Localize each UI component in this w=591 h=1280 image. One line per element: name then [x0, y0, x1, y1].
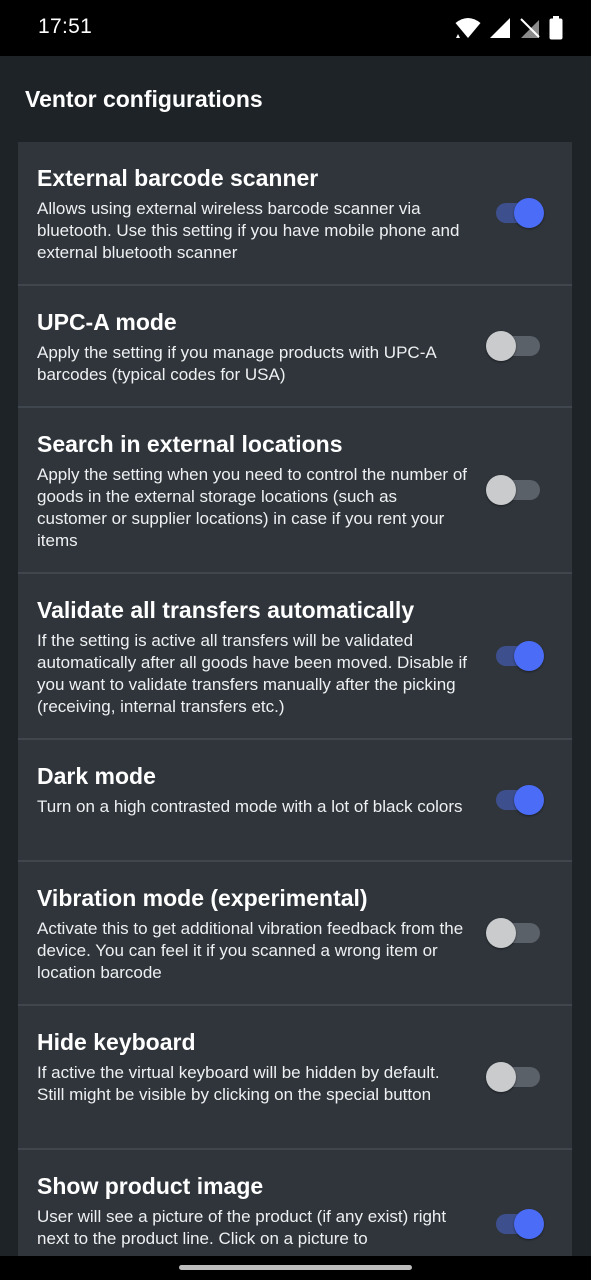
setting-title: Search in external locations	[37, 431, 343, 457]
switch-thumb	[486, 331, 516, 361]
validate-transfers-toggle[interactable]	[492, 639, 548, 673]
switch-thumb	[486, 475, 516, 505]
signal-icon	[490, 18, 510, 38]
status-bar: 17:51	[0, 0, 591, 56]
switch-thumb	[514, 785, 544, 815]
vibration-mode-toggle[interactable]	[486, 916, 548, 950]
setting-description: Activate this to get additional vibratio…	[37, 919, 464, 982]
switch-thumb	[514, 641, 544, 671]
setting-vibration-mode[interactable]: Vibration mode (experimental) Activate t…	[18, 862, 572, 1006]
setting-title: Show product image	[37, 1173, 264, 1199]
show-product-image-toggle[interactable]	[492, 1207, 548, 1241]
setting-external-barcode-scanner[interactable]: External barcode scanner Allows using ex…	[18, 142, 572, 286]
setting-show-product-image[interactable]: Show product image User will see a pictu…	[18, 1150, 572, 1256]
search-external-locations-toggle[interactable]	[486, 473, 548, 507]
setting-hide-keyboard[interactable]: Hide keyboard If active the virtual keyb…	[18, 1006, 572, 1150]
setting-description: If active the virtual keyboard will be h…	[37, 1063, 440, 1104]
external-barcode-scanner-toggle[interactable]	[492, 196, 548, 230]
setting-description: Allows using external wireless barcode s…	[37, 199, 460, 262]
setting-upc-a-mode[interactable]: UPC-A mode Apply the setting if you mana…	[18, 286, 572, 408]
switch-thumb	[514, 198, 544, 228]
setting-title: Validate all transfers automatically	[37, 597, 415, 623]
setting-title: Vibration mode (experimental)	[37, 885, 368, 911]
setting-title: Hide keyboard	[37, 1029, 196, 1055]
setting-search-external-locations[interactable]: Search in external locations Apply the s…	[18, 408, 572, 574]
wifi-icon	[455, 18, 481, 38]
setting-description: Turn on a high contrasted mode with a lo…	[37, 797, 463, 816]
status-time: 17:51	[38, 15, 93, 38]
switch-thumb	[486, 1062, 516, 1092]
no-sim-icon	[520, 18, 540, 38]
upc-a-mode-toggle[interactable]	[486, 329, 548, 363]
app-bar: Ventor configurations	[0, 56, 591, 142]
settings-list[interactable]: External barcode scanner Allows using ex…	[18, 142, 572, 1256]
status-icons	[455, 16, 563, 40]
setting-dark-mode[interactable]: Dark mode Turn on a high contrasted mode…	[18, 740, 572, 862]
dark-mode-toggle[interactable]	[492, 783, 548, 817]
setting-description: User will see a picture of the product (…	[37, 1207, 447, 1248]
hide-keyboard-toggle[interactable]	[486, 1060, 548, 1094]
battery-icon	[549, 16, 563, 40]
setting-validate-transfers[interactable]: Validate all transfers automatically If …	[18, 574, 572, 740]
navigation-bar	[0, 1256, 591, 1280]
setting-description: If the setting is active all transfers w…	[37, 631, 467, 716]
setting-description: Apply the setting if you manage products…	[37, 343, 436, 384]
switch-thumb	[486, 918, 516, 948]
gesture-handle[interactable]	[179, 1265, 412, 1270]
switch-thumb	[514, 1209, 544, 1239]
setting-title: External barcode scanner	[37, 165, 319, 191]
setting-description: Apply the setting when you need to contr…	[37, 465, 467, 550]
page-title: Ventor configurations	[25, 86, 263, 112]
